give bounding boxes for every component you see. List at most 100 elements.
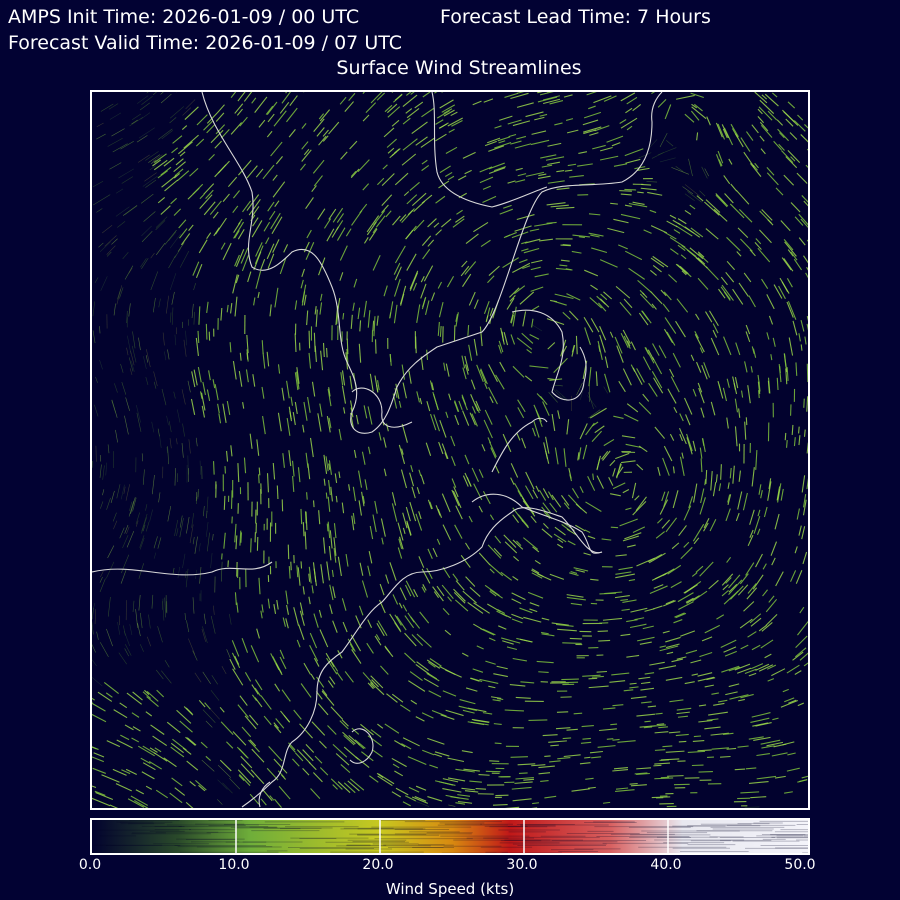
streamline: [178, 219, 187, 229]
streamline: [608, 477, 614, 486]
streamline: [715, 122, 723, 138]
streamline: [92, 785, 97, 789]
streamline: [512, 575, 519, 581]
streamline: [512, 262, 531, 274]
streamline: [659, 133, 668, 148]
streamline: [254, 687, 262, 697]
streamline: [230, 302, 233, 314]
streamline: [285, 590, 289, 605]
streamline: [553, 384, 563, 387]
streamline: [169, 106, 185, 119]
streamline: [123, 625, 126, 636]
streamline: [317, 413, 322, 432]
streamline: [194, 672, 202, 683]
streamline: [252, 217, 259, 227]
streamline: [595, 371, 598, 386]
streamline: [322, 342, 325, 358]
streamline: [176, 438, 178, 445]
streamline: [671, 542, 680, 550]
streamline: [422, 749, 435, 756]
streamline: [193, 311, 195, 325]
streamline: [384, 723, 400, 734]
streamline: [143, 356, 147, 370]
streamline: [780, 699, 798, 708]
streamline: [615, 789, 635, 792]
streamline: [560, 259, 570, 262]
streamline: [298, 624, 305, 640]
streamline: [455, 802, 466, 805]
streamline: [301, 141, 309, 150]
streamline: [512, 657, 527, 662]
streamline: [630, 784, 647, 787]
streamline: [540, 779, 549, 782]
streamline: [115, 429, 118, 443]
streamline: [222, 193, 230, 202]
streamline: [696, 132, 699, 141]
streamline: [326, 561, 330, 581]
streamline: [800, 319, 805, 332]
streamline: [328, 121, 340, 135]
streamline: [462, 151, 476, 159]
streamline: [488, 145, 505, 152]
streamline: [804, 336, 807, 345]
streamline: [416, 487, 420, 495]
streamline: [391, 119, 400, 127]
streamline: [657, 517, 663, 524]
streamline: [138, 127, 155, 139]
streamline: [410, 465, 414, 473]
streamline: [294, 300, 298, 310]
streamline: [275, 156, 283, 165]
streamline: [781, 257, 792, 271]
streamline: [262, 352, 266, 369]
streamline: [523, 537, 539, 550]
streamline: [220, 721, 234, 736]
streamline: [789, 132, 798, 140]
streamline: [357, 307, 361, 320]
streamline: [587, 391, 594, 410]
streamline: [599, 155, 619, 161]
streamline: [170, 197, 177, 205]
streamline: [376, 315, 379, 326]
streamline: [103, 682, 119, 695]
streamline: [728, 579, 743, 595]
streamline: [472, 100, 482, 106]
streamline: [450, 111, 458, 117]
streamline: [796, 172, 808, 184]
streamline: [496, 665, 508, 670]
streamline: [461, 394, 467, 405]
streamline: [208, 153, 215, 161]
streamline: [279, 101, 290, 114]
streamline: [217, 403, 220, 414]
streamline: [246, 352, 249, 360]
streamline: [286, 417, 291, 436]
streamline: [599, 592, 617, 595]
streamline: [239, 116, 248, 127]
streamline: [715, 474, 718, 483]
streamline: [541, 617, 550, 621]
streamline: [119, 702, 128, 709]
streamline: [708, 711, 728, 716]
streamline: [715, 194, 728, 208]
streamline: [158, 298, 161, 308]
streamline: [92, 767, 106, 774]
streamline: [342, 731, 356, 745]
streamline: [599, 728, 617, 732]
streamline: [419, 397, 423, 405]
streamline: [266, 101, 278, 115]
streamline: [282, 617, 286, 627]
streamline: [588, 105, 596, 110]
streamline: [392, 215, 401, 226]
streamline: [302, 522, 305, 537]
streamline: [340, 151, 348, 160]
streamline: [384, 104, 393, 113]
streamline: [498, 625, 507, 630]
streamline: [511, 592, 526, 601]
streamline: [332, 743, 348, 758]
streamline: [737, 745, 749, 748]
streamline: [118, 652, 127, 665]
streamline: [384, 646, 394, 658]
streamline: [453, 588, 466, 602]
streamline: [387, 147, 395, 154]
streamline: [516, 102, 534, 108]
streamline: [479, 628, 495, 636]
